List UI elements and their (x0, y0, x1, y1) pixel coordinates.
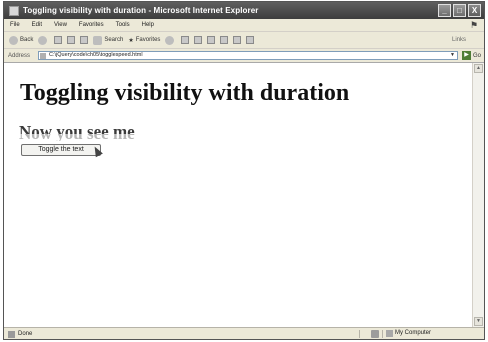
favorites-label: Favorites (135, 37, 161, 43)
back-button[interactable]: Back (9, 35, 34, 45)
windows-logo-icon: ⚑ (469, 20, 479, 30)
search-button[interactable]: Search (93, 35, 124, 45)
status-text: Done (18, 331, 33, 337)
browser-window: Toggling visibility with duration - Micr… (3, 1, 485, 340)
discuss-icon[interactable] (233, 36, 242, 44)
page-heading: Toggling visibility with duration (20, 80, 350, 106)
mail-icon[interactable] (194, 36, 203, 44)
refresh-icon[interactable] (67, 36, 76, 44)
menu-favorites[interactable]: Favorites (73, 22, 110, 28)
back-label: Back (20, 37, 34, 43)
menu-view[interactable]: View (48, 22, 73, 28)
toolbar: Back Search ★ Favorites Links (4, 31, 484, 48)
media-icon[interactable] (165, 35, 175, 45)
go-button[interactable]: ▶ Go (462, 51, 481, 60)
close-button[interactable]: X (468, 4, 481, 17)
window-controls: _ □ X (438, 4, 481, 17)
ie-icon (9, 5, 19, 16)
home-icon[interactable] (80, 36, 89, 44)
history-icon[interactable] (181, 36, 190, 44)
title-bar: Toggling visibility with duration - Micr… (4, 2, 484, 19)
scroll-up-icon[interactable]: ▲ (474, 64, 483, 73)
menu-tools[interactable]: Tools (110, 22, 136, 28)
menu-edit[interactable]: Edit (26, 22, 48, 28)
search-label: Search (104, 37, 124, 43)
menu-bar: File Edit View Favorites Tools Help ⚑ (4, 19, 484, 31)
scroll-down-icon[interactable]: ▼ (474, 317, 483, 326)
address-field[interactable]: C:\jQuery\code\ch05\togglespeed.html ▼ (38, 51, 458, 60)
status-divider (359, 330, 360, 338)
address-value: C:\jQuery\code\ch05\togglespeed.html (49, 52, 143, 58)
status-divider (382, 330, 383, 338)
computer-icon (386, 330, 393, 337)
search-icon (93, 35, 103, 45)
go-label: Go (473, 52, 482, 59)
toggle-text-button[interactable]: Toggle the text (21, 144, 101, 156)
done-page-icon (8, 330, 15, 338)
go-arrow-icon: ▶ (462, 51, 471, 60)
maximize-button[interactable]: □ (453, 4, 466, 17)
page-content: Toggling visibility with duration Now yo… (4, 63, 472, 327)
menu-file[interactable]: File (4, 22, 26, 28)
stop-icon[interactable] (54, 36, 63, 44)
page-icon (40, 53, 46, 59)
forward-button[interactable] (38, 35, 49, 45)
chevron-down-icon[interactable]: ▼ (449, 52, 456, 59)
messenger-icon[interactable] (246, 36, 255, 44)
star-icon: ★ (128, 37, 134, 44)
toggle-text-fading: Now you see me (19, 134, 135, 141)
favorites-button[interactable]: ★ Favorites (128, 37, 160, 44)
forward-arrow-icon (38, 35, 48, 45)
minimize-button[interactable]: _ (438, 4, 451, 17)
toggle-text: Now you see me (19, 123, 135, 134)
back-arrow-icon (9, 35, 18, 45)
status-bar: Done My Computer (4, 327, 484, 339)
zone-label: My Computer (395, 330, 432, 336)
print-icon[interactable] (207, 36, 216, 44)
address-label: Address (8, 52, 31, 59)
vertical-scrollbar[interactable]: ▲ ▼ (472, 63, 484, 327)
security-icon (371, 330, 379, 338)
address-bar: Address C:\jQuery\code\ch05\togglespeed.… (4, 48, 484, 63)
links-label[interactable]: Links (452, 37, 466, 43)
edit-icon[interactable] (220, 36, 229, 44)
menu-help[interactable]: Help (136, 22, 160, 28)
window-title: Toggling visibility with duration - Micr… (23, 6, 259, 15)
